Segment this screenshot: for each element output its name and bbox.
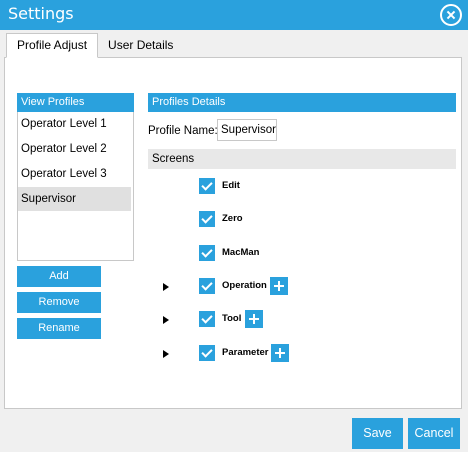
screen-row-operation: Operation	[148, 277, 456, 297]
cancel-button[interactable]: Cancel	[408, 418, 460, 449]
tool-checkbox[interactable]	[199, 311, 215, 327]
screen-row-parameter: Parameter	[148, 344, 456, 364]
macman-checkbox[interactable]	[199, 245, 215, 261]
save-button[interactable]: Save	[352, 418, 403, 449]
tab-bar: Profile Adjust User Details	[6, 33, 183, 58]
window-title: Settings	[8, 4, 74, 23]
close-icon[interactable]	[440, 4, 462, 26]
tab-user-details[interactable]: User Details	[98, 34, 183, 57]
edit-checkbox[interactable]	[199, 178, 215, 194]
screen-row-tool: Tool	[148, 310, 456, 330]
profiles-details-header: Profiles Details	[148, 93, 456, 112]
add-profile-button[interactable]: Add	[17, 266, 101, 287]
screen-row-macman: MacMan	[148, 244, 456, 264]
profile-details: Profiles Details Profile Name: Superviso…	[148, 93, 456, 393]
remove-profile-button[interactable]: Remove	[17, 292, 101, 313]
parameter-checkbox[interactable]	[199, 345, 215, 361]
screen-row-zero: Zero	[148, 210, 456, 230]
screen-label-zero: Zero	[222, 213, 243, 224]
profile-item-operator-level-3[interactable]: Operator Level 3	[18, 162, 131, 186]
screen-label-edit: Edit	[222, 180, 240, 191]
screen-label-operation: Operation	[222, 280, 267, 291]
expand-arrow-icon[interactable]	[163, 283, 169, 291]
expand-arrow-icon[interactable]	[163, 316, 169, 324]
screen-label-macman: MacMan	[222, 247, 260, 258]
screen-row-edit: Edit	[148, 177, 456, 197]
profile-item-operator-level-2[interactable]: Operator Level 2	[18, 137, 131, 161]
screen-label-tool: Tool	[222, 313, 242, 324]
settings-window: Settings Profile Adjust User Details Vie…	[0, 0, 468, 452]
operation-checkbox[interactable]	[199, 278, 215, 294]
view-profiles-header: View Profiles	[17, 93, 134, 112]
profiles-list: View Profiles Operator Level 1 Operator …	[17, 93, 134, 261]
screens-header: Screens	[148, 149, 456, 169]
add-tool-plus-icon[interactable]	[245, 310, 263, 328]
profile-adjust-panel: View Profiles Operator Level 1 Operator …	[4, 57, 462, 409]
profile-item-operator-level-1[interactable]: Operator Level 1	[18, 112, 131, 136]
add-operation-plus-icon[interactable]	[270, 277, 288, 295]
expand-arrow-icon[interactable]	[163, 350, 169, 358]
rename-profile-button[interactable]: Rename	[17, 318, 101, 339]
profile-item-supervisor[interactable]: Supervisor	[18, 187, 131, 211]
screen-label-parameter: Parameter	[222, 347, 269, 358]
profile-name-label: Profile Name:	[148, 125, 218, 137]
dialog-body: Profile Adjust User Details View Profile…	[0, 30, 468, 452]
tab-profile-adjust[interactable]: Profile Adjust	[6, 33, 99, 58]
add-parameter-plus-icon[interactable]	[271, 344, 289, 362]
zero-checkbox[interactable]	[199, 211, 215, 227]
profile-name-input[interactable]: Supervisor	[217, 119, 277, 141]
title-bar: Settings	[0, 0, 468, 30]
